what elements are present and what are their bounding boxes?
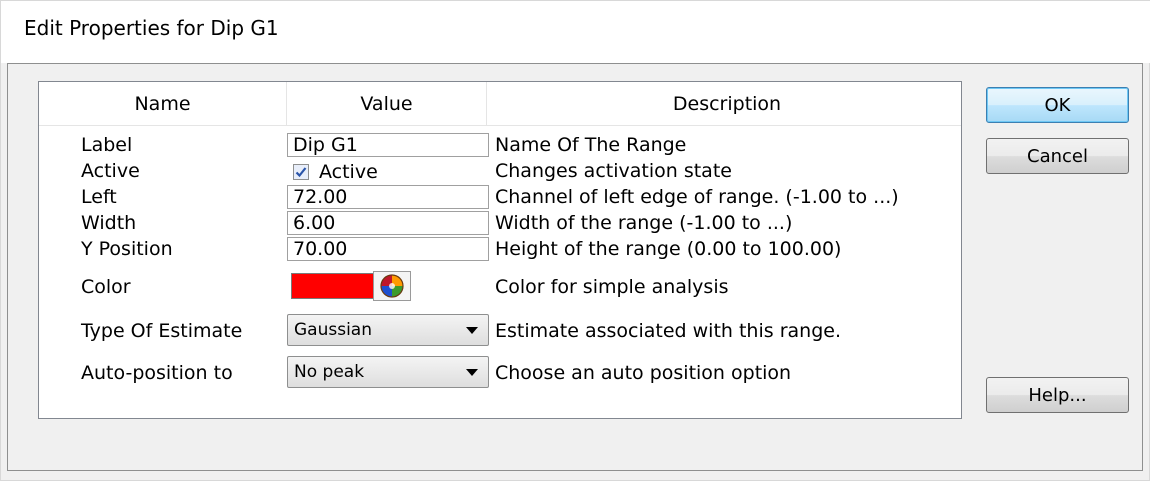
property-name: Auto-position to: [81, 362, 233, 384]
checkmark-icon: [295, 167, 307, 178]
active-checkbox-label[interactable]: Active: [319, 161, 378, 183]
property-grid: Name Value Description Label Dip G1 Name…: [38, 81, 962, 419]
property-name: Color: [81, 276, 131, 298]
active-checkbox-control[interactable]: Active: [293, 161, 378, 183]
property-row-width: Width 6.00 Width of the range (-1.00 to …: [39, 210, 961, 236]
property-name: Y Position: [81, 238, 173, 260]
cancel-button[interactable]: Cancel: [986, 138, 1129, 174]
dialog-title: Edit Properties for Dip G1: [24, 16, 279, 40]
property-row-y-position: Y Position 70.00 Height of the range (0.…: [39, 236, 961, 262]
property-description: Choose an auto position option: [495, 362, 792, 384]
auto-position-select[interactable]: No peak: [287, 356, 489, 388]
property-description: Width of the range (-1.00 to ...): [495, 212, 793, 234]
chevron-down-icon: [466, 369, 478, 376]
property-row-left: Left 72.00 Channel of left edge of range…: [39, 184, 961, 210]
column-header-description[interactable]: Description: [487, 82, 967, 126]
color-wheel-icon: [380, 274, 404, 298]
type-of-estimate-select[interactable]: Gaussian: [287, 314, 489, 346]
property-description: Name Of The Range: [495, 134, 687, 156]
property-description: Channel of left edge of range. (-1.00 to…: [495, 186, 899, 208]
property-description: Estimate associated with this range.: [495, 320, 841, 342]
property-row-auto-position: Auto-position to No peak Choose an auto …: [39, 356, 961, 392]
property-row-color: Color Color for simple analysis: [39, 270, 961, 304]
property-name: Width: [81, 212, 137, 234]
active-checkbox[interactable]: [293, 164, 309, 180]
y-position-field[interactable]: 70.00: [287, 237, 489, 261]
grid-header: Name Value Description: [39, 82, 961, 126]
color-swatch[interactable]: [291, 273, 375, 299]
property-description: Changes activation state: [495, 160, 732, 182]
type-of-estimate-value: Gaussian: [294, 320, 372, 340]
property-description: Height of the range (0.00 to 100.00): [495, 238, 842, 260]
property-row-label: Label Dip G1 Name Of The Range: [39, 132, 961, 158]
auto-position-value: No peak: [294, 362, 365, 382]
column-header-name[interactable]: Name: [39, 82, 287, 126]
property-row-active: Active Active Changes activation state: [39, 158, 961, 184]
color-picker-button[interactable]: [373, 271, 411, 301]
dialog-window: Edit Properties for Dip G1 Name Value De…: [0, 0, 1150, 481]
left-field[interactable]: 72.00: [287, 185, 489, 209]
property-row-type-of-estimate: Type Of Estimate Gaussian Estimate assoc…: [39, 312, 961, 348]
width-field[interactable]: 6.00: [287, 211, 489, 235]
help-button[interactable]: Help...: [986, 377, 1129, 413]
chevron-down-icon: [466, 327, 478, 334]
title-bar: Edit Properties for Dip G1: [1, 1, 1150, 63]
property-name: Left: [81, 186, 117, 208]
ok-button[interactable]: OK: [986, 87, 1129, 123]
property-name: Active: [81, 160, 140, 182]
column-header-value[interactable]: Value: [287, 82, 487, 126]
property-description: Color for simple analysis: [495, 276, 729, 298]
property-name: Label: [81, 134, 133, 156]
property-name: Type Of Estimate: [81, 320, 243, 342]
label-field[interactable]: Dip G1: [287, 133, 489, 157]
